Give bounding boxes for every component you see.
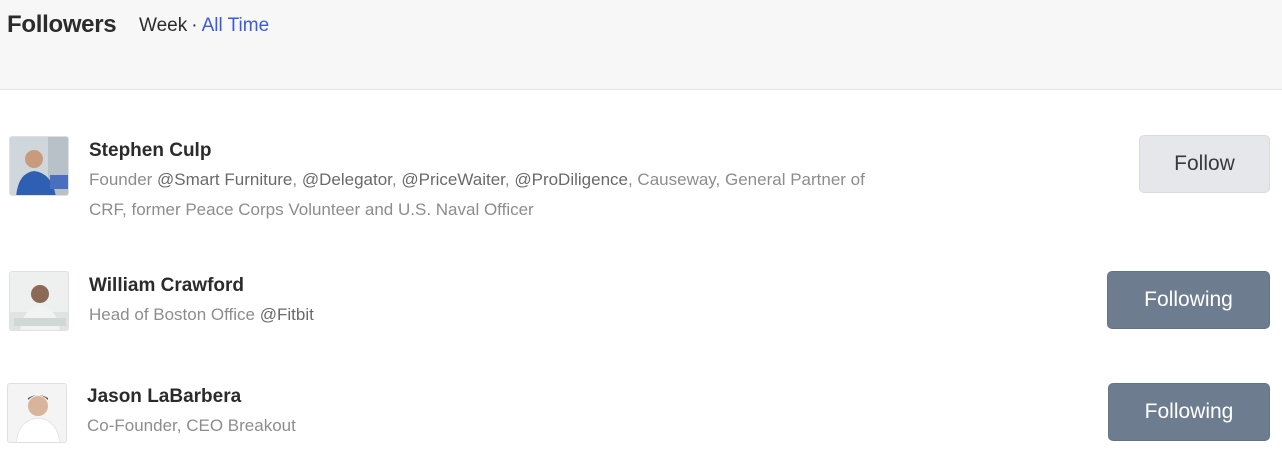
bio-text: Founder: [89, 170, 158, 189]
follower-name[interactable]: Stephen Culp: [89, 140, 211, 162]
mention-link[interactable]: @Delegator: [302, 170, 392, 189]
following-button[interactable]: Following: [1108, 383, 1270, 441]
avatar[interactable]: [9, 271, 69, 331]
follower-name[interactable]: William Crawford: [89, 275, 244, 297]
avatar[interactable]: [7, 383, 67, 443]
mention-link[interactable]: @Fitbit: [260, 305, 314, 324]
time-filter: Week · All Time: [139, 15, 269, 37]
avatar-photo: [10, 272, 68, 330]
avatar[interactable]: [9, 136, 69, 196]
filter-week-link[interactable]: Week: [139, 15, 187, 36]
bio-line-2: CRF, former Peace Corps Volunteer and U.…: [89, 200, 534, 219]
bio-text: ,: [292, 170, 302, 189]
bio-text: ,: [391, 170, 402, 189]
bio-text: , Causeway, General Partner of: [627, 170, 865, 189]
follow-button[interactable]: Follow: [1139, 135, 1270, 193]
filter-all-time-link[interactable]: All Time: [202, 15, 270, 36]
mention-link[interactable]: @PriceWaiter: [401, 170, 505, 189]
page-title: Followers: [7, 11, 117, 38]
bio-line-1: Founder @Smart Furniture, @Delegator, @P…: [89, 165, 989, 195]
bio-text: Head of Boston Office: [89, 305, 260, 324]
following-button[interactable]: Following: [1107, 271, 1270, 329]
follower-bio: Head of Boston Office @Fitbit: [89, 300, 989, 330]
mention-link[interactable]: @ProDiligence: [514, 170, 628, 189]
filter-separator: ·: [191, 15, 198, 36]
follower-bio: Co-Founder, CEO Breakout: [87, 411, 987, 441]
avatar-photo: [10, 137, 68, 195]
follower-bio: Founder @Smart Furniture, @Delegator, @P…: [89, 165, 989, 225]
bio-text: ,: [504, 170, 515, 189]
avatar-photo: [8, 384, 66, 442]
bio-text: Co-Founder, CEO Breakout: [87, 416, 296, 435]
mention-link[interactable]: @Smart Furniture: [157, 170, 292, 189]
follower-name[interactable]: Jason LaBarbera: [87, 386, 241, 408]
followers-header: Followers Week · All Time: [0, 0, 1282, 90]
